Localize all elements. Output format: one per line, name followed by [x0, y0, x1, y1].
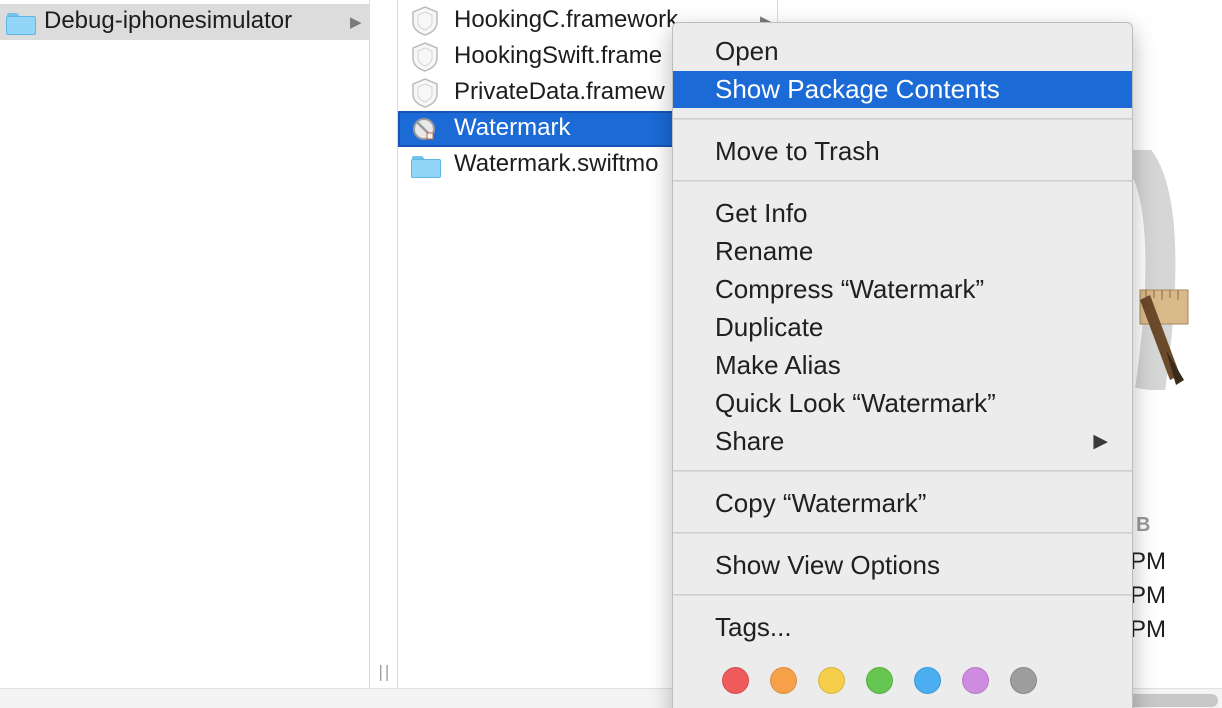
context-menu: Open Show Package Contents Move to Trash… — [672, 22, 1133, 708]
menu-item-move-to-trash[interactable]: Move to Trash — [673, 133, 1132, 170]
tag-green-icon[interactable] — [866, 667, 893, 694]
list-item-label: Debug-iphonesimulator — [44, 7, 293, 34]
menu-separator — [673, 180, 1132, 182]
menu-separator — [673, 532, 1132, 534]
list-item-label: HookingC.framework — [454, 6, 679, 33]
list-item[interactable]: Debug-iphonesimulator ▶ — [0, 4, 369, 40]
framework-icon — [411, 78, 439, 108]
tag-red-icon[interactable] — [722, 667, 749, 694]
no-entry-app-icon — [412, 117, 436, 141]
menu-item-copy[interactable]: Copy “Watermark” — [673, 485, 1132, 522]
menu-item-get-info[interactable]: Get Info — [673, 195, 1132, 232]
menu-item-quick-look[interactable]: Quick Look “Watermark” — [673, 385, 1132, 422]
xcode-app-preview-icon — [1130, 150, 1189, 390]
size-label: B — [1136, 514, 1151, 536]
framework-icon — [411, 6, 439, 36]
tag-purple-icon[interactable] — [962, 667, 989, 694]
menu-separator — [673, 470, 1132, 472]
menu-item-share[interactable]: Share ▶ — [673, 423, 1132, 460]
list-item-label: PrivateData.framew — [454, 78, 665, 105]
list-item-label: HookingSwift.frame — [454, 42, 663, 69]
tag-yellow-icon[interactable] — [818, 667, 845, 694]
folder-icon — [411, 156, 441, 178]
list-item-label: Watermark.swiftmo — [454, 150, 659, 177]
folder-icon — [6, 13, 36, 35]
chevron-right-icon: ▶ — [350, 14, 362, 31]
menu-item-show-view-options[interactable]: Show View Options — [673, 547, 1132, 584]
tag-orange-icon[interactable] — [770, 667, 797, 694]
menu-item-rename[interactable]: Rename — [673, 233, 1132, 270]
framework-icon — [411, 42, 439, 72]
menu-item-share-label: Share — [715, 426, 785, 456]
submenu-arrow-icon: ▶ — [1093, 431, 1108, 452]
menu-separator — [673, 594, 1132, 596]
modified-time: PM — [1130, 582, 1166, 609]
menu-item-show-package-contents[interactable]: Show Package Contents — [673, 71, 1132, 108]
menu-item-tags[interactable]: Tags... — [673, 609, 1132, 646]
resize-grip-icon[interactable]: || — [378, 662, 391, 681]
tag-gray-icon[interactable] — [1010, 667, 1037, 694]
list-item-label: Watermark — [454, 114, 571, 141]
menu-item-make-alias[interactable]: Make Alias — [673, 347, 1132, 384]
menu-item-duplicate[interactable]: Duplicate — [673, 309, 1132, 346]
menu-item-compress[interactable]: Compress “Watermark” — [673, 271, 1132, 308]
menu-item-open[interactable]: Open — [673, 33, 1132, 70]
column-resize-handle[interactable]: || — [370, 0, 398, 688]
tag-blue-icon[interactable] — [914, 667, 941, 694]
menu-separator — [673, 118, 1132, 120]
created-time: PM — [1130, 548, 1166, 575]
opened-time: PM — [1130, 616, 1166, 643]
finder-column-1: Debug-iphonesimulator ▶ — [0, 0, 370, 688]
